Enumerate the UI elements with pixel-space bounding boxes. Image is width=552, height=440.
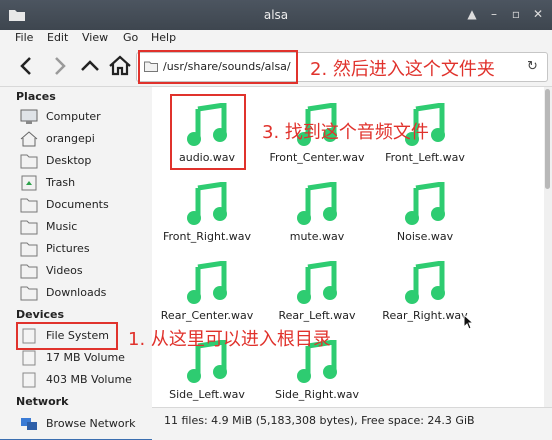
annotation-box-path [138,50,298,84]
file-item[interactable]: Rear_Left.wav [262,253,372,333]
sidebar: Places Computer orangepi Desktop Trash D… [0,87,150,439]
audio-file-icon [297,261,337,304]
file-name: Rear_Left.wav [278,309,356,322]
vertical-scrollbar[interactable] [544,87,552,407]
reload-icon[interactable]: ↻ [527,59,541,74]
drive-icon [22,372,36,388]
sidebar-item-label: Desktop [46,154,92,167]
file-name: Noise.wav [396,230,454,243]
network-header: Network [16,395,69,408]
sidebar-item-label: 403 MB Volume [46,373,132,386]
computer-icon [20,109,38,124]
sidebar-item-label: Videos [46,264,83,277]
sidebar-item-orangepi[interactable]: orangepi [16,129,148,149]
annotation-step1: 1. 从这里可以进入根目录 [128,329,331,350]
annotation-step3: 3. 找到这个音频文件 [262,122,429,143]
sidebar-item-computer[interactable]: Computer [16,107,148,127]
sidebar-item-trash[interactable]: Trash [16,173,148,193]
status-text: 11 files: 4.9 MiB (5,183,308 bytes), Fre… [164,414,475,427]
folder-icon [20,220,38,235]
sidebar-item-label: orangepi [46,132,95,145]
forward-button[interactable] [46,53,72,79]
minimize-button[interactable]: – [486,6,502,22]
menu-view[interactable]: View [82,31,108,44]
annotation-step2: 2. 然后进入这个文件夹 [310,59,495,80]
sidebar-item-label: Downloads [46,286,107,299]
sidebar-item-browse-network[interactable]: Browse Network [16,414,148,434]
audio-file-icon [187,182,227,225]
annotation-box-audio [170,94,246,170]
close-button[interactable]: ✕ [530,6,546,22]
title-bar[interactable]: alsa ▲ – ▫ ✕ [0,0,552,30]
file-manager-window: alsa ▲ – ▫ ✕ File Edit View Go Help /usr… [0,0,552,440]
sidebar-item-label: Music [46,220,78,233]
menu-go[interactable]: Go [123,31,138,44]
menu-edit[interactable]: Edit [47,31,68,44]
file-item[interactable]: Noise.wav [370,174,480,254]
devices-header: Devices [16,308,65,321]
file-name: Side_Right.wav [275,388,359,401]
folder-icon [20,286,38,301]
sidebar-item-17mb-volume[interactable]: 17 MB Volume [16,348,148,368]
sidebar-item-label: Browse Network [46,417,136,430]
sidebar-item-label: Documents [46,198,109,211]
home-button[interactable] [107,53,133,79]
sidebar-item-label: 17 MB Volume [46,351,125,364]
sidebar-item-pictures[interactable]: Pictures [16,239,148,259]
mouse-cursor-icon [463,314,475,330]
home-icon [20,131,38,147]
file-name: Front_Center.wav [269,151,365,164]
file-name: Side_Left.wav [169,388,245,401]
sidebar-item-label: Pictures [46,242,90,255]
sidebar-item-label: Trash [46,176,76,189]
status-bar: 11 files: 4.9 MiB (5,183,308 bytes), Fre… [152,407,552,440]
folder-icon [20,198,38,213]
up-button[interactable] [77,53,103,79]
file-name: Front_Left.wav [385,151,465,164]
menu-bar: File Edit View Go Help [0,30,552,46]
sidebar-item-downloads[interactable]: Downloads [16,283,148,303]
audio-file-icon [187,261,227,304]
file-item[interactable]: Rear_Center.wav [152,253,262,333]
scrollbar-thumb[interactable] [545,89,550,189]
sidebar-item-desktop[interactable]: Desktop [16,151,148,171]
menu-help[interactable]: Help [151,31,176,44]
maximize-button[interactable]: ▫ [508,6,524,22]
file-name: Front_Right.wav [162,230,252,243]
file-item[interactable]: mute.wav [262,174,372,254]
audio-file-icon [405,261,445,304]
annotation-box-file-system [16,322,118,350]
menu-file[interactable]: File [15,31,33,44]
sidebar-item-videos[interactable]: Videos [16,261,148,281]
network-icon [21,418,37,430]
folder-icon [20,264,38,279]
file-item[interactable]: Front_Right.wav [152,174,262,254]
file-name: Rear_Center.wav [160,309,254,322]
keep-above-button[interactable]: ▲ [464,6,480,22]
audio-file-icon [405,182,445,225]
file-name: mute.wav [289,230,345,243]
sidebar-item-music[interactable]: Music [16,217,148,237]
places-header: Places [16,90,56,103]
trash-icon [21,175,37,191]
folder-icon [20,242,38,257]
sidebar-item-403mb-volume[interactable]: 403 MB Volume [16,370,148,390]
folder-icon [20,154,38,169]
audio-file-icon [297,182,337,225]
drive-icon [22,350,36,366]
sidebar-item-documents[interactable]: Documents [16,195,148,215]
back-button[interactable] [14,53,40,79]
sidebar-item-label: Computer [46,110,101,123]
